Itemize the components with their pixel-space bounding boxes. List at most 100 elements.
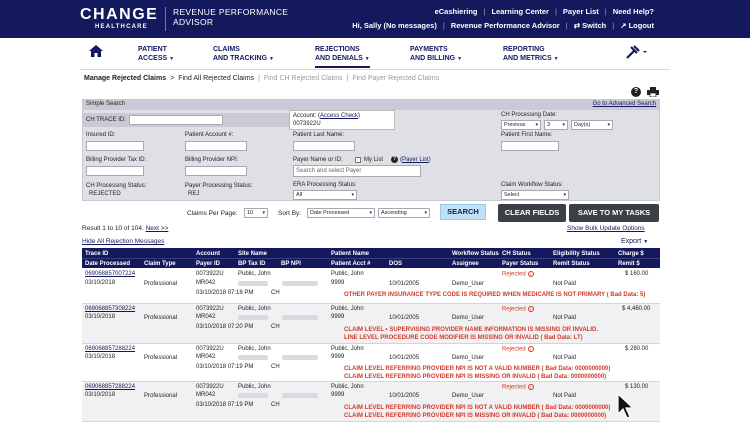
payer-list-link[interactable]: Payer List xyxy=(563,7,599,16)
next-page-link[interactable]: Next >> xyxy=(146,225,169,232)
date-unit-select[interactable]: Day(s) xyxy=(571,120,613,130)
insured-id-input[interactable] xyxy=(86,141,144,151)
question-icon[interactable]: ? xyxy=(391,156,398,163)
rejection-message: CLAIM LEVEL REFERRING PROVIDER NPI IS MI… xyxy=(344,413,607,419)
switch-label: Switch xyxy=(582,21,607,30)
trace-id-link[interactable]: 069068857308224 xyxy=(85,306,135,312)
warning-icon[interactable]: i xyxy=(527,306,534,312)
separator: | xyxy=(258,75,260,82)
patient-name-cell: Public, John xyxy=(331,306,364,312)
nav-payments-billing[interactable]: PAYMENTS AND BILLING ▼ xyxy=(410,45,462,64)
col-bp-npi[interactable]: BP NPI xyxy=(281,260,301,268)
access-check-link[interactable]: Access Check xyxy=(320,113,358,119)
sort-by-select[interactable]: Date Processed xyxy=(307,208,375,218)
payer-list-link[interactable]: Payer List xyxy=(402,157,429,163)
nav-claims-tracking[interactable]: CLAIMS AND TRACKING ▼ xyxy=(213,45,274,64)
col-ch-status[interactable]: CH Status xyxy=(502,250,531,258)
patient-account-input[interactable] xyxy=(185,141,247,151)
help-icon[interactable]: ? xyxy=(631,87,641,97)
rejection-message: CLAIM LEVEL • SUPERVISING PROVIDER NAME … xyxy=(344,327,599,333)
print-icon[interactable] xyxy=(647,87,659,97)
col-patient-name[interactable]: Patient Name xyxy=(331,250,369,258)
warning-icon[interactable]: i xyxy=(527,271,534,277)
table-row[interactable]: 069068857288224 0073922U Public, John Pu… xyxy=(82,382,660,422)
search-button[interactable]: SEARCH xyxy=(440,204,486,220)
col-trace-id[interactable]: Trace ID xyxy=(85,250,108,258)
table-row[interactable]: 069068857288224 0073922U Public, John Pu… xyxy=(82,344,660,382)
sort-order-select[interactable]: Ascending xyxy=(378,208,430,218)
col-charge[interactable]: Charge $ xyxy=(618,250,644,258)
col-site-name[interactable]: Site Name xyxy=(238,250,267,258)
patient-acct-cell: 9999 xyxy=(331,314,345,320)
need-help-link[interactable]: Need Help? xyxy=(613,7,654,16)
logout-link[interactable]: ↗ Logout xyxy=(620,21,654,30)
date-count-select[interactable]: 3 xyxy=(544,120,568,130)
save-to-tasks-button[interactable]: SAVE TO MY TASKS xyxy=(569,204,659,222)
clear-fields-button[interactable]: CLEAR FIELDS xyxy=(498,204,566,222)
col-patient-acct[interactable]: Patient Acct # xyxy=(331,260,370,268)
tab-find-payer-rejected[interactable]: Find Payer Rejected Claims xyxy=(352,75,439,82)
ecashiering-link[interactable]: eCashiering xyxy=(435,7,478,16)
nav-reporting-metrics[interactable]: REPORTING AND METRICS ▼ xyxy=(503,45,559,64)
account-cell: 0073922U xyxy=(196,384,224,390)
col-eligibility-status[interactable]: Eligibility Status xyxy=(553,250,600,258)
col-workflow-status[interactable]: Workflow Status xyxy=(452,250,499,258)
status-text: Rejected xyxy=(502,346,526,353)
tab-find-all-rejected[interactable]: Find All Rejected Claims xyxy=(178,75,254,82)
home-icon[interactable] xyxy=(88,44,104,58)
era-status-select[interactable]: All xyxy=(293,190,357,200)
learning-center-link[interactable]: Learning Center xyxy=(491,7,549,16)
my-list-label: My List xyxy=(364,157,384,163)
date-range-select[interactable]: Previous xyxy=(501,120,541,130)
chevron-down-icon: ▼ xyxy=(364,56,370,62)
patient-last-input[interactable] xyxy=(293,141,355,151)
warning-icon[interactable]: i xyxy=(527,346,534,352)
col-date-processed[interactable]: Date Processed xyxy=(85,260,130,268)
col-bp-tax-id[interactable]: BP Tax ID xyxy=(238,260,265,268)
col-dos[interactable]: DOS xyxy=(389,260,402,268)
billing-npi-input[interactable] xyxy=(185,166,247,176)
col-claim-type[interactable]: Claim Type xyxy=(144,260,176,268)
export-menu[interactable]: Export ▼ xyxy=(621,238,648,245)
user-greeting[interactable]: Hi, Sally (No messages) xyxy=(352,21,437,30)
trace-id-link[interactable]: 069068857007224 xyxy=(85,271,135,277)
billing-tax-input[interactable] xyxy=(86,166,144,176)
show-bulk-link[interactable]: Show Bulk Update Options xyxy=(567,225,645,232)
switch-link[interactable]: ⇄ Switch xyxy=(574,21,607,30)
rejection-message: CLAIM LEVEL REFERRING PROVIDER NPI IS MI… xyxy=(344,374,607,380)
nav-patient-access[interactable]: PATIENT ACCESS ▼ xyxy=(138,45,174,64)
nav-rejections-denials[interactable]: REJECTIONS AND DENIALS ▼ xyxy=(315,45,370,68)
tab-find-ch-rejected[interactable]: Find CH Rejected Claims xyxy=(264,75,343,82)
col-payer-id[interactable]: Payer ID xyxy=(196,260,220,268)
nav-line1: CLAIMS xyxy=(213,46,240,53)
claims-per-page-select[interactable]: 10 xyxy=(244,208,268,218)
redacted-npi xyxy=(282,355,318,360)
workflow-status-label: Claim Workflow Status: xyxy=(501,182,563,188)
trace-id-link[interactable]: 069068857288224 xyxy=(85,346,135,352)
col-remit-status[interactable]: Remit Status xyxy=(553,260,590,268)
brand-logo[interactable]: CHANGE xyxy=(80,6,158,24)
col-payer-status[interactable]: Payer Status xyxy=(502,260,538,268)
rpa-link[interactable]: Revenue Performance Advisor xyxy=(451,21,560,30)
trace-id-link[interactable]: 069068857288224 xyxy=(85,384,135,390)
tools-icon[interactable] xyxy=(625,44,649,60)
hide-all-messages-link[interactable]: Hide All Rejection Messages xyxy=(82,238,164,245)
advanced-search-link[interactable]: Go to Advanced Search xyxy=(593,101,656,107)
col-remit-amount[interactable]: Remit $ xyxy=(618,260,640,268)
search-panel-title: Simple Search xyxy=(86,101,126,107)
table-row[interactable]: 069068857007224 0073922U Public, John Pu… xyxy=(82,268,660,304)
dos-cell: 10/01/2005 xyxy=(389,315,420,321)
site-name-cell: Public, John xyxy=(238,306,271,312)
table-row[interactable]: 069068857308224 0073922U Public, John Pu… xyxy=(82,304,660,344)
payer-status-label: Payer Processing Status: xyxy=(185,183,253,189)
trace-id-input[interactable] xyxy=(129,115,223,125)
payer-search-input[interactable]: Search and select Payer xyxy=(293,165,421,177)
chevron-down-icon: ▼ xyxy=(553,56,559,62)
my-list-checkbox[interactable] xyxy=(355,157,361,163)
workflow-status-select[interactable]: Select xyxy=(501,190,569,200)
col-account[interactable]: Account xyxy=(196,250,220,258)
rejection-message: CLAIM LEVEL REFERRING PROVIDER NPI IS NO… xyxy=(344,366,611,372)
patient-first-input[interactable] xyxy=(501,141,559,151)
warning-icon[interactable]: i xyxy=(527,384,534,390)
col-assignee[interactable]: Assignee xyxy=(452,260,479,268)
